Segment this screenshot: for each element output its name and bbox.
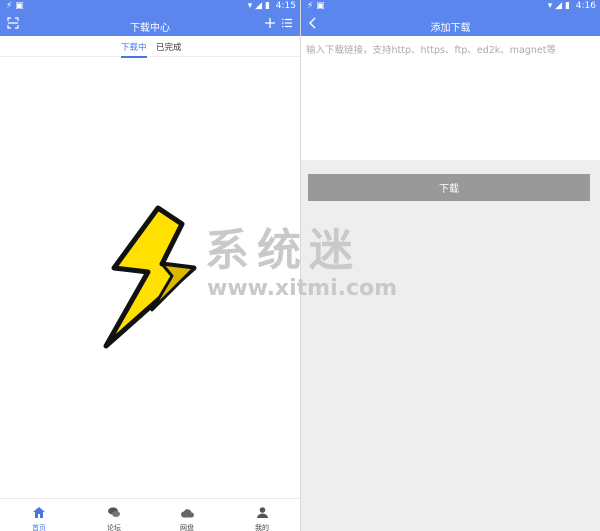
status-icons-right: ▾ ◢ ▮ 4:16 — [548, 1, 596, 11]
status-time: 4:15 — [275, 1, 296, 11]
download-center-screen: ⚡ ▣ ▾ ◢ ▮ 4:15 下载中心 下载中 已完成 首页 论坛 网盘 我的 — [0, 0, 300, 531]
url-input-area — [301, 36, 600, 160]
tab-completed[interactable]: 已完成 — [156, 41, 182, 53]
app-bar: 添加下载 — [301, 14, 600, 36]
status-icons-left: ⚡ ▣ — [307, 1, 325, 11]
add-icon[interactable] — [264, 17, 276, 32]
chat-icon — [108, 503, 120, 522]
tab-downloading[interactable]: 下载中 — [121, 41, 147, 58]
nav-forum-label: 论坛 — [107, 524, 121, 531]
app-bar: 下载中心 — [0, 14, 300, 36]
page-title: 下载中心 — [130, 23, 170, 34]
cloud-icon — [180, 503, 194, 522]
battery-icon: ▮ — [564, 1, 570, 11]
download-button[interactable]: 下载 — [308, 174, 590, 201]
nav-forum[interactable]: 论坛 — [94, 503, 134, 531]
status-icons-right: ▾ ◢ ▮ 4:15 — [248, 1, 296, 11]
status-bar: ⚡ ▣ ▾ ◢ ▮ 4:15 — [0, 0, 300, 14]
person-icon — [256, 503, 268, 522]
nav-cloud-label: 网盘 — [180, 524, 194, 531]
nav-home[interactable]: 首页 — [19, 503, 59, 531]
nav-cloud[interactable]: 网盘 — [167, 503, 207, 531]
nav-home-label: 首页 — [32, 524, 46, 531]
download-url-input[interactable] — [301, 36, 600, 160]
wifi-icon: ▾ — [247, 1, 253, 11]
download-tabs: 下载中 已完成 — [0, 36, 300, 58]
status-bar: ⚡ ▣ ▾ ◢ ▮ 4:16 — [301, 0, 600, 14]
status-time: 4:16 — [575, 1, 596, 11]
list-menu-icon[interactable] — [281, 17, 293, 32]
wifi-icon: ▾ — [547, 1, 553, 11]
nav-mine-label: 我的 — [255, 524, 269, 531]
battery-icon: ▮ — [264, 1, 270, 11]
status-icons-left: ⚡ ▣ — [6, 1, 24, 11]
lightning-logo — [100, 202, 200, 356]
add-download-screen: ⚡ ▣ ▾ ◢ ▮ 4:16 添加下载 下载 — [301, 0, 600, 531]
signal-icon: ◢ — [255, 1, 263, 11]
nav-mine[interactable]: 我的 — [242, 503, 282, 531]
page-title: 添加下载 — [430, 23, 471, 34]
signal-icon: ◢ — [555, 1, 563, 11]
home-icon — [33, 503, 45, 522]
bottom-nav: 首页 论坛 网盘 我的 — [0, 498, 300, 531]
